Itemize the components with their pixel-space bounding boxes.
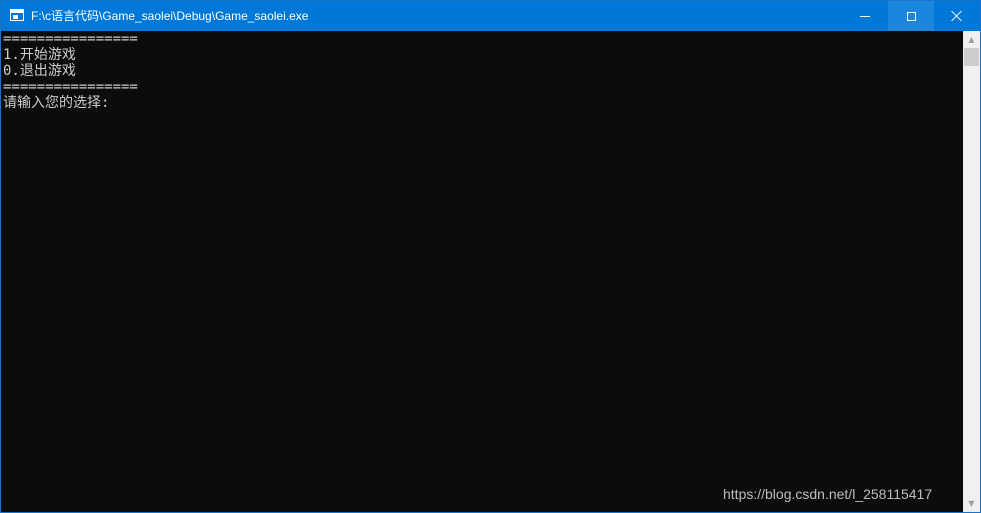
minimize-icon bbox=[860, 15, 870, 17]
console-line-separator-top: ================ bbox=[3, 31, 138, 47]
vertical-scrollbar[interactable]: ▲ ▼ bbox=[963, 31, 980, 512]
console-line-exit-game: 0.退出游戏 bbox=[3, 63, 76, 79]
close-icon bbox=[951, 10, 963, 22]
maximize-icon bbox=[906, 11, 916, 21]
minimize-button[interactable] bbox=[842, 1, 888, 31]
scroll-thumb[interactable] bbox=[964, 48, 979, 66]
console-input-prompt[interactable]: 请输入您的选择: bbox=[3, 95, 109, 111]
close-button[interactable] bbox=[934, 1, 980, 31]
console-line-start-game: 1.开始游戏 bbox=[3, 47, 76, 63]
scroll-down-arrow-icon[interactable]: ▼ bbox=[963, 495, 980, 512]
console-output[interactable]: ================ 1.开始游戏 0.退出游戏 =========… bbox=[1, 31, 963, 512]
title-bar[interactable]: F:\c语言代码\Game_saolei\Debug\Game_saolei.e… bbox=[1, 1, 980, 31]
console-window: F:\c语言代码\Game_saolei\Debug\Game_saolei.e… bbox=[0, 0, 981, 513]
console-line-separator-bottom: ================ bbox=[3, 79, 138, 95]
maximize-button[interactable] bbox=[888, 1, 934, 31]
scroll-up-arrow-icon[interactable]: ▲ bbox=[963, 31, 980, 48]
window-title: F:\c语言代码\Game_saolei\Debug\Game_saolei.e… bbox=[31, 9, 309, 23]
watermark-url: https://blog.csdn.net/l_258115417 bbox=[723, 486, 933, 502]
console-app-icon[interactable] bbox=[10, 9, 24, 21]
